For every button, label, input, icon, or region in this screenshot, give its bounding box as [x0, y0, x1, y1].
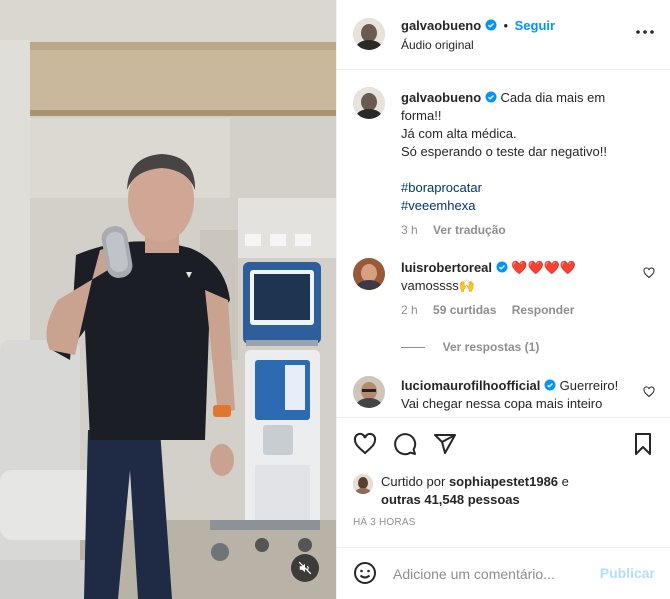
- comment-icon[interactable]: [393, 432, 417, 456]
- caption: galvaobueno Cada dia mais em forma!! Já …: [401, 89, 641, 239]
- post-video[interactable]: [0, 0, 336, 599]
- more-options-icon: [636, 30, 654, 34]
- verified-badge-icon: [544, 379, 556, 391]
- caption-avatar[interactable]: [353, 87, 385, 119]
- caption-text-line3: Já com alta médica.: [401, 126, 517, 141]
- video-frame: [0, 0, 336, 599]
- like-heart-icon[interactable]: [353, 432, 377, 456]
- more-options-button[interactable]: [635, 22, 655, 45]
- add-comment-bar: Publicar: [337, 547, 670, 599]
- muted-speaker-icon: [298, 561, 312, 575]
- verified-badge-icon: [485, 91, 497, 103]
- comment-item: luciomaurofilhoofficial Guerreiro! Vai c…: [401, 377, 641, 413]
- verified-badge-icon: [485, 19, 497, 31]
- comment-text-line2: vamossss🙌: [401, 278, 475, 293]
- comment-username[interactable]: luisrobertoreal: [401, 260, 492, 275]
- hashtag-boraprocatar[interactable]: #boraprocatar: [401, 179, 641, 197]
- liker-avatar[interactable]: [353, 474, 373, 494]
- comment-likes-count[interactable]: 59 curtidas: [433, 303, 496, 317]
- audio-label[interactable]: Áudio original: [401, 38, 474, 52]
- comment-item: luisrobertoreal ❤️❤️❤️❤️ vamossss🙌 2 h 5…: [401, 259, 641, 319]
- author-username[interactable]: galvaobueno: [401, 18, 481, 33]
- caption-text-line1: Cada dia mais em: [500, 90, 606, 105]
- publish-button[interactable]: Publicar: [600, 565, 655, 581]
- caption-username[interactable]: galvaobueno: [401, 90, 481, 105]
- post-side-panel: galvaobueno • Seguir Áudio original galv…: [336, 0, 670, 599]
- caption-time: 3 h: [401, 223, 418, 237]
- post-actions: Curtido por sophiapestet1986 e outras 41…: [337, 417, 670, 547]
- comment-text-line2: Vai chegar nessa copa mais inteiro: [401, 396, 603, 411]
- header-separator: •: [503, 18, 508, 33]
- comments-list[interactable]: galvaobueno Cada dia mais em forma!! Já …: [337, 71, 670, 417]
- follow-button[interactable]: Seguir: [515, 18, 555, 33]
- see-translation-button[interactable]: Ver tradução: [433, 223, 506, 237]
- liked-by-conj: e: [561, 474, 569, 489]
- post-header: galvaobueno • Seguir Áudio original: [337, 0, 670, 70]
- comment-time: 2 h: [401, 303, 418, 317]
- mute-toggle-button[interactable]: [291, 554, 319, 582]
- comment-text-line1: Guerreiro!: [559, 378, 619, 393]
- comment-input[interactable]: [393, 563, 589, 585]
- verified-badge-icon: [496, 261, 508, 273]
- caption-text-line4: Só esperando o teste dar negativo!!: [401, 144, 607, 159]
- commenter-avatar[interactable]: [353, 376, 385, 408]
- share-paper-plane-icon[interactable]: [433, 432, 457, 456]
- liked-by-user[interactable]: sophiapestet1986: [449, 474, 558, 489]
- like-comment-heart-icon[interactable]: [643, 386, 655, 398]
- comment-text-line1: ❤️❤️❤️❤️: [511, 260, 577, 275]
- emoji-icon[interactable]: [353, 561, 377, 585]
- comment-username[interactable]: luciomaurofilhoofficial: [401, 378, 540, 393]
- liked-by-prefix: Curtido por: [381, 474, 446, 489]
- view-replies-label: Ver respostas (1): [442, 340, 540, 354]
- liked-by-others[interactable]: outras 41,548 pessoas: [381, 491, 651, 509]
- replies-line: [401, 347, 425, 349]
- liked-by-summary: Curtido por sophiapestet1986 e outras 41…: [381, 473, 651, 509]
- commenter-avatar[interactable]: [353, 258, 385, 290]
- hashtag-veeemhexa[interactable]: #veeemhexa: [401, 197, 641, 215]
- caption-text-line2: forma!!: [401, 108, 442, 123]
- author-avatar[interactable]: [353, 18, 385, 50]
- view-replies-button[interactable]: Ver respostas (1): [401, 339, 539, 354]
- like-comment-heart-icon[interactable]: [643, 267, 655, 279]
- post-timestamp[interactable]: HÁ 3 HORAS: [353, 517, 416, 528]
- save-bookmark-icon[interactable]: [631, 432, 655, 456]
- reply-button[interactable]: Responder: [512, 303, 575, 317]
